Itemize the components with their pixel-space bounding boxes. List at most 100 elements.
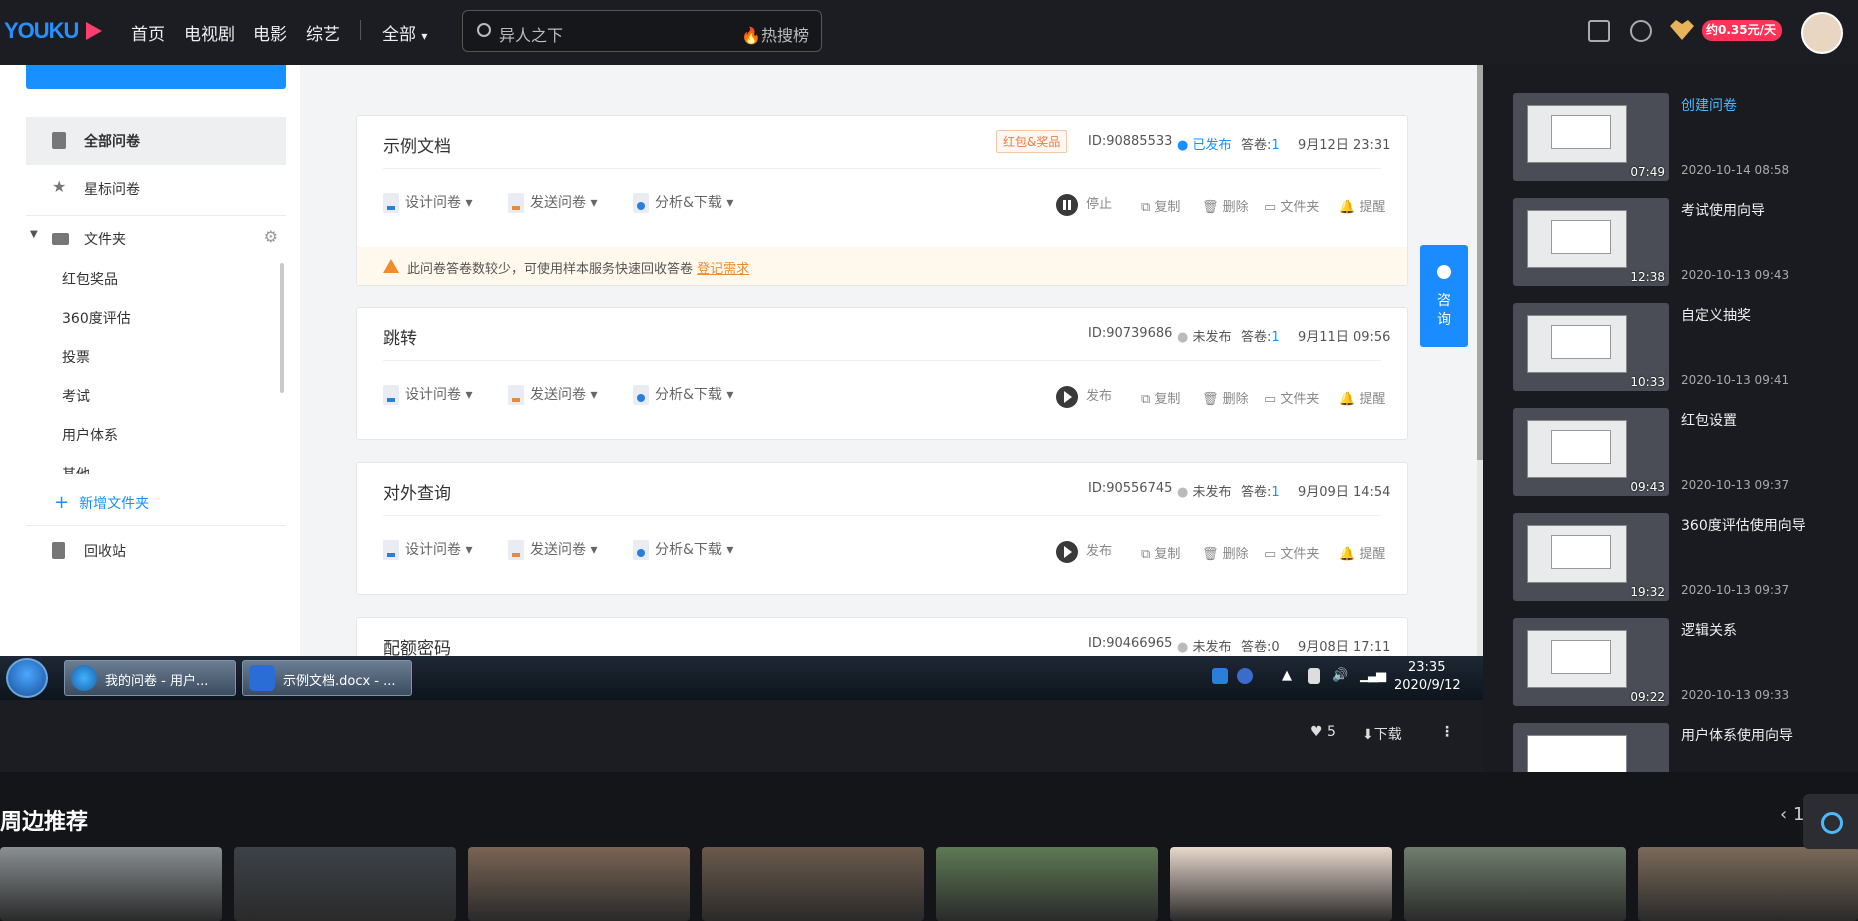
sidebar-item-starred[interactable]: ★ 星标问卷 [26, 165, 286, 213]
video-title[interactable]: 用户体系使用向导 [1681, 725, 1793, 745]
delete-button[interactable]: 🗑 删除 [1202, 388, 1249, 407]
recommend-thumbnail[interactable] [702, 847, 924, 921]
design-survey-button[interactable]: 设计问卷 ▾ [383, 539, 472, 560]
tray-expand-icon[interactable]: ▲ [1282, 668, 1292, 683]
history-icon[interactable] [1630, 20, 1652, 42]
battery-icon[interactable] [1308, 668, 1320, 684]
hot-search-link[interactable]: 🔥热搜榜 [741, 22, 809, 46]
playlist-item[interactable]: 19:32 360度评估使用向导 2020-10-13 09:37 [1513, 513, 1843, 601]
nav-variety[interactable]: 综艺 [306, 20, 340, 45]
video-thumbnail[interactable]: 09:43 [1513, 408, 1669, 496]
move-folder-button[interactable]: ▭ 文件夹 [1264, 543, 1319, 562]
video-thumbnail[interactable]: 07:49 [1513, 93, 1669, 181]
video-title[interactable]: 创建问卷 [1681, 95, 1737, 115]
folder-item[interactable]: 红包奖品 [62, 269, 118, 289]
move-folder-button[interactable]: ▭ 文件夹 [1264, 388, 1319, 407]
folder-item[interactable]: 360度评估 [62, 308, 131, 328]
delete-button[interactable]: 🗑 删除 [1202, 543, 1249, 562]
youku-logo[interactable]: YOUKU [4, 18, 79, 44]
send-survey-button[interactable]: 发送问卷 ▾ [508, 192, 597, 213]
analyze-download-button[interactable]: 分析&下载 ▾ [633, 384, 733, 405]
folder-item[interactable]: 投票 [62, 347, 90, 367]
search-input[interactable]: 异人之下 [499, 22, 563, 46]
recommend-thumbnail[interactable] [1404, 847, 1626, 921]
folder-item[interactable]: 用户体系 [62, 425, 118, 445]
copy-button[interactable]: ⧉ 复制 [1141, 543, 1180, 562]
taskbar-item-browser[interactable]: 我的问卷 - 用户... [64, 660, 236, 696]
publish-button[interactable]: 发布 [1056, 385, 1112, 408]
video-thumbnail[interactable] [1513, 723, 1669, 772]
sidebar-item-all[interactable]: 全部问卷 [26, 117, 286, 165]
clock-time[interactable]: 23:35 [1408, 660, 1445, 675]
send-survey-button[interactable]: 发送问卷 ▾ [508, 539, 597, 560]
sidebar-item-folders[interactable]: ▼ 文件夹 ⚙ [26, 215, 286, 263]
recommend-thumbnail[interactable] [234, 847, 456, 921]
analyze-download-button[interactable]: 分析&下载 ▾ [633, 539, 733, 560]
survey-card[interactable]: 示例文档 红包&奖品 ID:90885533 ● 已发布 答卷:1 9月12日 … [356, 115, 1408, 286]
folder-item[interactable]: 考试 [62, 386, 90, 406]
sidebar-scrollbar[interactable] [280, 263, 284, 393]
create-survey-button[interactable] [26, 65, 286, 89]
video-thumbnail[interactable]: 12:38 [1513, 198, 1669, 286]
send-survey-button[interactable]: 发送问卷 ▾ [508, 384, 597, 405]
download-button[interactable]: ⬇下载 [1362, 724, 1402, 744]
video-player[interactable]: 全部问卷 ★ 星标问卷 ▼ 文件夹 ⚙ 红包奖品 360度评估 投票 考试 用户体… [0, 65, 1483, 772]
playlist-item[interactable]: 09:22 逻辑关系 2020-10-13 09:33 [1513, 618, 1843, 706]
playlist-item[interactable]: 10:33 自定义抽奖 2020-10-13 09:41 [1513, 303, 1843, 391]
publish-button[interactable]: 发布 [1056, 540, 1112, 563]
survey-title[interactable]: 示例文档 [383, 132, 451, 157]
design-survey-button[interactable]: 设计问卷 ▾ [383, 192, 472, 213]
network-icon[interactable]: ▁▃▅ [1360, 668, 1386, 683]
clock-date[interactable]: 2020/9/12 [1394, 678, 1461, 693]
video-thumbnail[interactable]: 09:22 [1513, 618, 1669, 706]
video-thumbnail[interactable]: 10:33 [1513, 303, 1669, 391]
video-title[interactable]: 考试使用向导 [1681, 200, 1765, 220]
remind-button[interactable]: 🔔 提醒 [1339, 196, 1385, 215]
playlist-item[interactable]: 用户体系使用向导 [1513, 723, 1843, 772]
video-title[interactable]: 逻辑关系 [1681, 620, 1737, 640]
remind-button[interactable]: 🔔 提醒 [1339, 388, 1385, 407]
recommend-thumbnail[interactable] [1638, 847, 1858, 921]
survey-card[interactable]: 跳转 ID:90739686 ● 未发布 答卷:1 9月11日 09:56 设计… [356, 307, 1408, 440]
recommend-thumbnail[interactable] [0, 847, 222, 921]
register-need-link[interactable]: 登记需求 [697, 262, 749, 277]
like-button[interactable]: ♥ 5 [1310, 724, 1336, 740]
tray-app-icon[interactable] [1212, 668, 1228, 684]
start-button[interactable] [6, 658, 48, 698]
copy-button[interactable]: ⧉ 复制 [1141, 196, 1180, 215]
nav-movie[interactable]: 电影 [253, 20, 287, 45]
survey-title[interactable]: 跳转 [383, 324, 417, 349]
more-options-icon[interactable]: ⋮ [1440, 724, 1454, 740]
analyze-download-button[interactable]: 分析&下载 ▾ [633, 192, 733, 213]
nav-tv[interactable]: 电视剧 [184, 20, 235, 45]
vip-price-badge[interactable]: 约0.35元/天 [1702, 20, 1782, 41]
video-thumbnail[interactable]: 19:32 [1513, 513, 1669, 601]
help-icon[interactable] [1237, 668, 1253, 684]
folder-item[interactable]: 其他 [62, 464, 90, 474]
volume-icon[interactable]: 🔊 [1332, 668, 1348, 683]
sidebar-item-trash[interactable]: 回收站 [26, 527, 286, 575]
design-survey-button[interactable]: 设计问卷 ▾ [383, 384, 472, 405]
avatar[interactable] [1801, 12, 1843, 54]
survey-title[interactable]: 对外查询 [383, 479, 451, 504]
survey-card[interactable]: 对外查询 ID:90556745 ● 未发布 答卷:1 9月09日 14:54 … [356, 462, 1408, 595]
video-title[interactable]: 红包设置 [1681, 410, 1737, 430]
delete-button[interactable]: 🗑 删除 [1202, 196, 1249, 215]
vip-heart-icon[interactable] [1670, 20, 1694, 40]
floating-assist-button[interactable] [1803, 794, 1858, 849]
playlist-item[interactable]: 12:38 考试使用向导 2020-10-13 09:43 [1513, 198, 1843, 286]
video-title[interactable]: 自定义抽奖 [1681, 305, 1751, 325]
playlist-item[interactable]: 09:43 红包设置 2020-10-13 09:37 [1513, 408, 1843, 496]
recommend-thumbnail[interactable] [468, 847, 690, 921]
copy-button[interactable]: ⧉ 复制 [1141, 388, 1180, 407]
search-box[interactable]: 异人之下 🔥热搜榜 [462, 10, 822, 52]
screen-icon[interactable] [1588, 20, 1610, 42]
chevron-left-icon[interactable]: ‹ [1780, 804, 1787, 825]
taskbar-item-doc[interactable]: 示例文档.docx - ... [242, 660, 412, 696]
recommend-thumbnail[interactable] [1170, 847, 1392, 921]
consult-button[interactable]: 咨 询 [1420, 245, 1468, 347]
gear-icon[interactable]: ⚙ [264, 227, 278, 246]
stop-button[interactable]: 停止 [1056, 193, 1112, 216]
new-folder-button[interactable]: + 新增文件夹 [54, 492, 149, 513]
playlist-item[interactable]: 07:49 创建问卷 2020-10-14 08:58 [1513, 93, 1843, 181]
